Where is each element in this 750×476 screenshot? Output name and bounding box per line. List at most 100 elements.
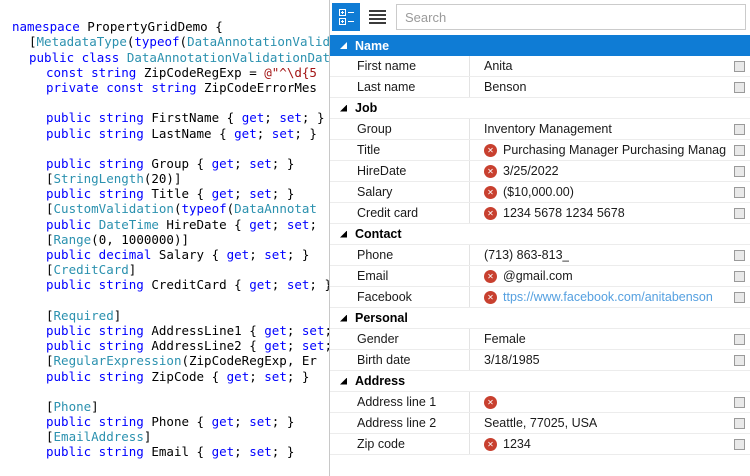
code-line — [0, 384, 329, 399]
property-value-editor[interactable]: ✕@gmail.com — [470, 266, 726, 286]
property-value-text: Purchasing Manager Purchasing Manager — [503, 143, 726, 157]
property-value-editor[interactable]: ✕ 3/25/2022 — [470, 161, 726, 181]
property-value-editor[interactable]: Inventory Management — [470, 119, 726, 139]
code-line: public string AddressLine1 { get; set; } — [0, 323, 329, 338]
property-options-button[interactable] — [734, 271, 745, 282]
code-editor[interactable]: namespace PropertyGridDemo {[MetadataTyp… — [0, 0, 329, 476]
property-name: Title — [330, 140, 470, 160]
property-value-editor[interactable]: ✕ 1234 5678 1234 5678 — [470, 203, 726, 223]
property-name: Group — [330, 119, 470, 139]
property-row-phone[interactable]: Phone(713) 863-813_ — [330, 245, 750, 266]
category-header-contact[interactable]: Contact — [330, 224, 750, 245]
validation-error-icon: ✕ — [484, 270, 497, 283]
property-options-button[interactable] — [734, 439, 745, 450]
property-value-editor[interactable]: Female — [470, 329, 726, 349]
category-header-address[interactable]: Address — [330, 371, 750, 392]
property-value-text: ($10,000.00) — [503, 185, 574, 199]
code-line: public DateTime HireDate { get; set; — [0, 217, 329, 232]
category-header-job[interactable]: Job — [330, 98, 750, 119]
property-row-first-name[interactable]: First nameAnita — [330, 56, 750, 77]
property-row-hiredate[interactable]: HireDate ✕ 3/25/2022 — [330, 161, 750, 182]
property-value-editor[interactable]: ✕1234 — [470, 434, 726, 454]
property-options-button[interactable] — [734, 208, 745, 219]
property-row-group[interactable]: GroupInventory Management — [330, 119, 750, 140]
category-expander-icon[interactable] — [340, 105, 347, 112]
code-line: [StringLength(20)] — [0, 171, 329, 186]
property-value-text: Female — [484, 332, 526, 346]
category-header-name[interactable]: Name — [330, 35, 750, 56]
property-options-button[interactable] — [734, 292, 745, 303]
validation-error-icon: ✕ — [484, 207, 497, 220]
code-line — [0, 293, 329, 308]
property-value-link[interactable]: ttps://www.facebook.com/anitabenson — [503, 290, 713, 304]
property-row-facebook[interactable]: Facebook✕ttps://www.facebook.com/anitabe… — [330, 287, 750, 308]
property-value-editor[interactable]: Seattle, 77025, USA — [470, 413, 726, 433]
property-options-button[interactable] — [734, 145, 745, 156]
property-row-zip-code[interactable]: Zip code✕1234 — [330, 434, 750, 455]
property-options-button[interactable] — [734, 334, 745, 345]
code-line: [RegularExpression(ZipCodeRegExp, Er — [0, 353, 329, 368]
category-label: Address — [355, 374, 405, 388]
property-options-button[interactable] — [734, 124, 745, 135]
property-value-text: 3/25/2022 — [503, 164, 559, 178]
category-expander-icon[interactable] — [340, 315, 347, 322]
validation-error-icon: ✕ — [484, 396, 497, 409]
validation-error-icon: ✕ — [484, 165, 497, 178]
code-line — [0, 141, 329, 156]
property-value-text: Seattle, 77025, USA — [484, 416, 597, 430]
property-name: HireDate — [330, 161, 470, 181]
property-row-gender[interactable]: GenderFemale — [330, 329, 750, 350]
property-options-button[interactable] — [734, 82, 745, 93]
property-value-editor[interactable]: ✕ ttps://www.facebook.com/anitabenson — [470, 287, 726, 307]
validation-error-icon: ✕ — [484, 291, 497, 304]
property-row-salary[interactable]: Salary✕($10,000.00) — [330, 182, 750, 203]
property-name: Last name — [330, 77, 470, 97]
property-row-address-line-1[interactable]: Address line 1✕ — [330, 392, 750, 413]
property-value-text: 1234 5678 1234 5678 — [503, 206, 625, 220]
property-options-button[interactable] — [734, 355, 745, 366]
validation-error-icon: ✕ — [484, 186, 497, 199]
code-line: public string CreditCard { get; set; } — [0, 277, 329, 292]
property-row-title[interactable]: Title✕Purchasing Manager Purchasing Mana… — [330, 140, 750, 161]
alphabetical-view-button[interactable] — [363, 3, 391, 31]
property-options-button[interactable] — [734, 166, 745, 177]
code-line: public string AddressLine2 { get; set; } — [0, 338, 329, 353]
property-name: Credit card — [330, 203, 470, 223]
property-value-editor[interactable]: ✕ ($10,000.00) — [470, 182, 726, 202]
category-header-personal[interactable]: Personal — [330, 308, 750, 329]
code-line: namespace PropertyGridDemo { — [0, 19, 329, 34]
code-line: public class DataAnnotationValidationDat — [0, 50, 329, 65]
property-value-editor[interactable]: ✕Purchasing Manager Purchasing Manager — [470, 140, 726, 160]
property-options-button[interactable] — [734, 418, 745, 429]
property-row-credit-card[interactable]: Credit card ✕ 1234 5678 1234 5678 — [330, 203, 750, 224]
code-line — [0, 4, 329, 19]
property-value-editor[interactable]: (713) 863-813_ — [470, 245, 726, 265]
property-options-button[interactable] — [734, 61, 745, 72]
category-label: Contact — [355, 227, 402, 241]
code-line: public string Title { get; set; } — [0, 186, 329, 201]
property-value-editor[interactable]: 3/18/1985 — [470, 350, 726, 370]
category-expander-icon[interactable] — [340, 42, 347, 49]
categorized-view-icon — [339, 9, 354, 25]
property-row-last-name[interactable]: Last nameBenson — [330, 77, 750, 98]
property-row-birth-date[interactable]: Birth date3/18/1985 — [330, 350, 750, 371]
category-expander-icon[interactable] — [340, 378, 347, 385]
code-line: [MetadataType(typeof(DataAnnotationValid — [0, 34, 329, 49]
property-name: First name — [330, 56, 470, 76]
property-options-button[interactable] — [734, 187, 745, 198]
category-expander-icon[interactable] — [340, 231, 347, 238]
code-line: [EmailAddress] — [0, 429, 329, 444]
code-line: [Range(0, 1000000)] — [0, 232, 329, 247]
property-grid-toolbar — [330, 0, 750, 35]
search-input[interactable] — [396, 4, 746, 30]
property-options-button[interactable] — [734, 397, 745, 408]
property-row-address-line-2[interactable]: Address line 2Seattle, 77025, USA — [330, 413, 750, 434]
property-value-editor[interactable]: ✕ — [470, 392, 726, 412]
property-row-email[interactable]: Email✕@gmail.com — [330, 266, 750, 287]
property-value-editor[interactable]: Anita — [470, 56, 726, 76]
property-value-editor[interactable]: Benson — [470, 77, 726, 97]
property-options-button[interactable] — [734, 250, 745, 261]
property-grid: NameFirst nameAnitaLast nameBensonJobGro… — [329, 0, 750, 476]
categorized-view-button[interactable] — [332, 3, 360, 31]
code-line: [CustomValidation(typeof(DataAnnotat — [0, 201, 329, 216]
